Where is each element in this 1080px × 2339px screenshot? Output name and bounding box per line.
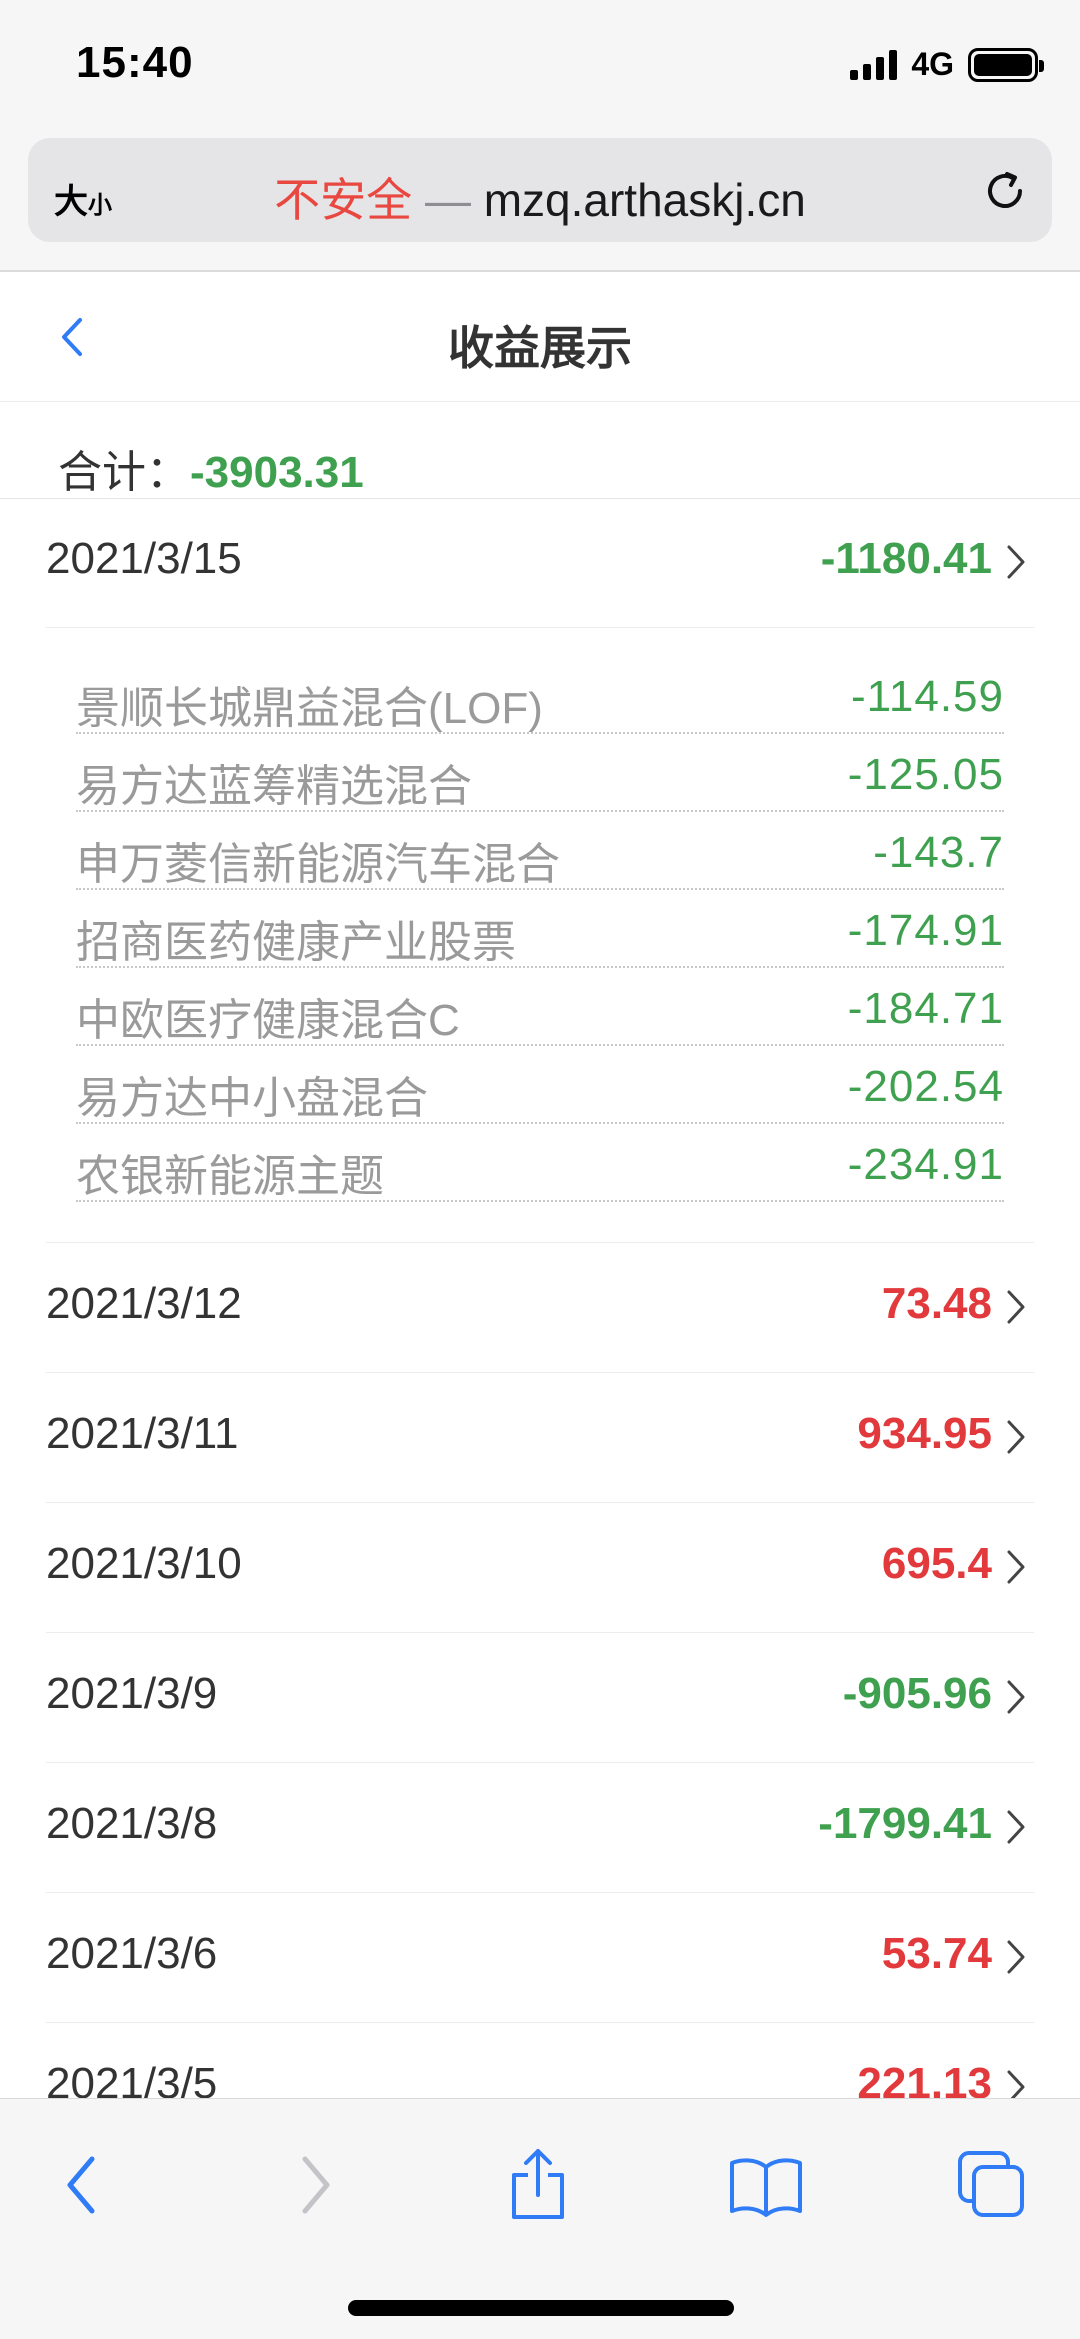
date-row[interactable]: 2021/3/15 -1180.41: [46, 498, 1034, 628]
row-date: 2021/3/12: [46, 1279, 242, 1328]
row-date: 2021/3/8: [46, 1799, 218, 1848]
fund-item: 易方达蓝筹精选混合 -125.05: [76, 734, 1004, 812]
insecure-label: 不安全: [274, 174, 413, 226]
row-date: 2021/3/11: [46, 1409, 239, 1458]
fund-value: -202.54: [847, 1062, 1004, 1111]
url-separator: —: [424, 174, 471, 226]
chevron-right-icon: [1007, 1420, 1025, 1454]
fund-value: -184.71: [847, 984, 1004, 1033]
total-label: 合计：: [58, 448, 190, 497]
row-value: 53.74: [881, 1929, 992, 1978]
chevron-right-icon: [1007, 545, 1025, 579]
row-value: 73.48: [881, 1279, 992, 1328]
fund-item: 易方达中小盘混合 -202.54: [76, 1046, 1004, 1124]
forward-icon[interactable]: [275, 2145, 355, 2225]
fund-item: 农银新能源主题 -234.91: [76, 1124, 1004, 1202]
status-time: 15:40: [76, 38, 194, 87]
chevron-right-icon: [1007, 1290, 1025, 1324]
fund-value: -114.59: [851, 672, 1004, 721]
fund-name: 农银新能源主题: [76, 1152, 384, 1201]
date-row[interactable]: 2021/3/6 53.74: [46, 1893, 1034, 2023]
bookmarks-icon[interactable]: [726, 2145, 806, 2225]
fund-name: 易方达蓝筹精选混合: [76, 762, 472, 811]
fund-name: 景顺长城鼎益混合(LOF): [76, 684, 543, 733]
date-row[interactable]: 2021/3/10 695.4: [46, 1503, 1034, 1633]
fund-name: 招商医药健康产业股票: [76, 918, 516, 967]
row-date: 2021/3/9: [46, 1669, 218, 1718]
row-value: -1180.41: [820, 534, 992, 583]
chevron-right-icon: [1007, 1810, 1025, 1844]
battery-icon: [968, 47, 1044, 82]
fund-item: 中欧医疗健康混合C -184.71: [76, 968, 1004, 1046]
share-icon[interactable]: [498, 2145, 578, 2225]
address-bar[interactable]: 大小 不安全 — mzq.arthaskj.cn: [28, 138, 1052, 242]
row-date: 2021/3/10: [46, 1539, 242, 1588]
date-row[interactable]: 2021/3/12 73.48: [46, 1243, 1034, 1373]
earnings-list: 2021/3/15 -1180.41 景顺长城鼎益混合(LOF) -114.59 易方达…: [0, 498, 1080, 2153]
row-date: 2021/3/15: [46, 534, 242, 583]
page-title: 收益展示: [448, 322, 632, 374]
tabs-icon[interactable]: [952, 2145, 1032, 2225]
fund-item: 招商医药健康产业股票 -174.91: [76, 890, 1004, 968]
date-row[interactable]: 2021/3/9 -905.96: [46, 1633, 1034, 1763]
status-bar: 15:40 4G: [0, 0, 1080, 132]
fund-name: 申万菱信新能源汽车混合: [76, 840, 560, 889]
fund-value: -143.7: [873, 828, 1004, 877]
back-icon[interactable]: [42, 2145, 122, 2225]
home-indicator: [348, 2300, 734, 2316]
row-value: 934.95: [857, 1409, 992, 1458]
row-value: -1799.41: [818, 1799, 992, 1848]
total-summary: 合计：-3903.31: [58, 436, 364, 500]
chevron-right-icon: [1007, 1940, 1025, 1974]
fund-detail-list: 景顺长城鼎益混合(LOF) -114.59 易方达蓝筹精选混合 -125.05 申万菱信…: [46, 628, 1034, 1243]
url-domain: mzq.arthaskj.cn: [483, 174, 806, 226]
fund-value: -125.05: [847, 750, 1004, 799]
date-row[interactable]: 2021/3/11 934.95: [46, 1373, 1034, 1503]
fund-value: -174.91: [847, 906, 1004, 955]
browser-bar: 大小 不安全 — mzq.arthaskj.cn: [0, 132, 1080, 272]
fund-name: 易方达中小盘混合: [76, 1074, 428, 1123]
row-date: 2021/3/6: [46, 1929, 218, 1978]
total-value: -3903.31: [190, 448, 364, 497]
row-value: 695.4: [881, 1539, 992, 1588]
fund-name: 中欧医疗健康混合C: [76, 996, 460, 1045]
signal-icon: [850, 49, 898, 80]
fund-item: 景顺长城鼎益混合(LOF) -114.59: [76, 656, 1004, 734]
chevron-right-icon: [1007, 1550, 1025, 1584]
reload-icon[interactable]: [980, 166, 1030, 216]
row-value: -905.96: [842, 1669, 992, 1718]
fund-item: 申万菱信新能源汽车混合 -143.7: [76, 812, 1004, 890]
status-indicators: 4G: [850, 46, 1044, 83]
network-type: 4G: [911, 46, 954, 82]
chevron-right-icon: [1007, 1680, 1025, 1714]
fund-value: -234.91: [847, 1140, 1004, 1189]
date-row[interactable]: 2021/3/8 -1799.41: [46, 1763, 1034, 1893]
url-display[interactable]: 不安全 — mzq.arthaskj.cn: [28, 164, 1052, 230]
page-header: 收益展示: [0, 272, 1080, 402]
